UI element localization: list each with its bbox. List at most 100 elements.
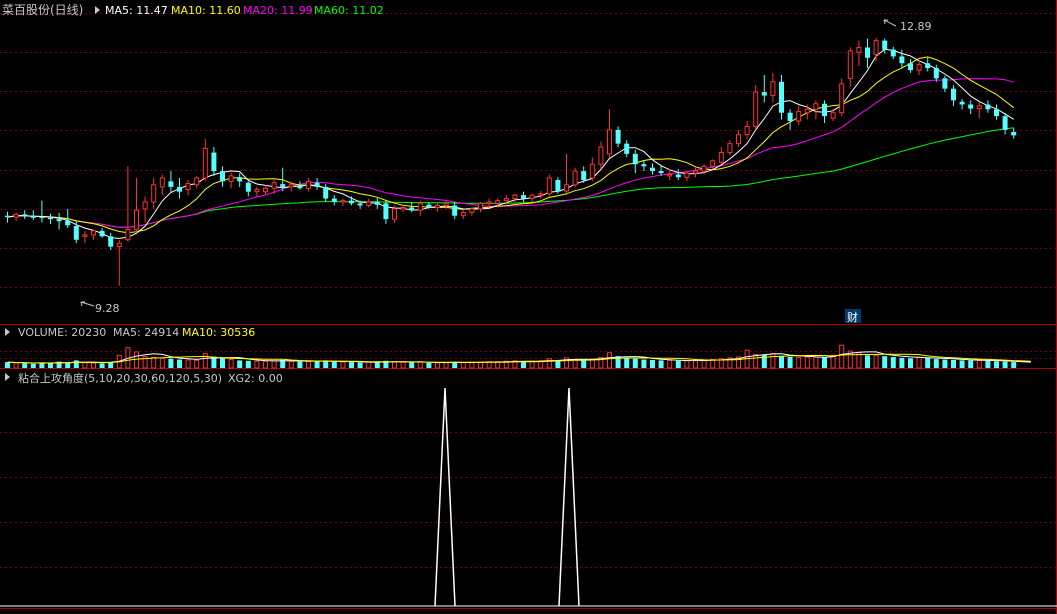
candle-body (30, 215, 36, 218)
candle-body (581, 171, 587, 181)
volume-bar (185, 359, 191, 369)
candle-body (73, 226, 79, 240)
candle-body (744, 125, 750, 136)
candle-body (839, 83, 845, 114)
stock-chart[interactable]: 菜百股份(日线) MA5: 11.47 MA10: 11.60 MA20: 11… (0, 0, 1057, 614)
volume-bar (99, 363, 105, 368)
volume-bar (168, 358, 174, 368)
candle-body (882, 40, 888, 50)
volume-bar (349, 362, 354, 368)
volume-bar (693, 359, 698, 369)
candle-body (813, 103, 819, 110)
candle-body (555, 180, 561, 192)
candle-body (495, 200, 501, 204)
candle-body (486, 201, 492, 204)
volume-bar (933, 359, 939, 368)
candle-body (168, 181, 174, 187)
candle-body (873, 40, 879, 55)
candle-body (572, 170, 578, 186)
volume-bar (134, 351, 139, 369)
candle-body (159, 177, 165, 188)
candle-body (942, 78, 948, 89)
event-badge-text[interactable]: 财 (847, 310, 858, 324)
candle-body (779, 81, 784, 113)
volume-bar (675, 360, 681, 368)
volume-bar (925, 357, 931, 368)
candle-body (1002, 116, 1008, 130)
candle-body (589, 163, 595, 179)
candle-body (641, 164, 647, 167)
candle-body (151, 184, 157, 203)
candle-body (254, 189, 260, 193)
candle-body (331, 198, 337, 202)
volume-bar (968, 360, 974, 368)
xg2-legend: XG2: 0.00 (228, 372, 283, 385)
candle-body (357, 203, 363, 206)
stock-title: 菜百股份(日线) (2, 3, 83, 17)
candle-body (753, 91, 759, 127)
candle-body (237, 177, 243, 182)
volume-bar (753, 353, 759, 369)
candle-body (177, 186, 182, 192)
candle-body (409, 207, 415, 211)
candle-body (693, 170, 698, 174)
candle-body (512, 194, 518, 200)
candle-body (443, 202, 449, 206)
candle-body (142, 201, 148, 210)
volume-bar (73, 360, 79, 368)
candle-body (82, 234, 88, 237)
volume-bar (1002, 361, 1008, 368)
volume-bar (632, 358, 638, 368)
volume-bar (409, 362, 415, 368)
candle-body (710, 160, 716, 167)
volume-bar (331, 361, 337, 368)
candle-body (667, 174, 673, 177)
candle-body (925, 63, 931, 69)
candle-body (383, 203, 389, 220)
volume-bar (426, 362, 432, 368)
volume-ma5-legend: MA5: 24914 (113, 326, 179, 339)
volume-legend: VOLUME: 20230 (18, 326, 106, 339)
candle-body (392, 208, 397, 220)
candle-body (951, 88, 956, 101)
candle-body (718, 152, 724, 163)
candle-body (245, 182, 251, 192)
candle-body (374, 201, 380, 205)
candle-body (564, 184, 569, 192)
volume-bar (804, 356, 810, 369)
volume-bar (813, 356, 819, 369)
candle-body (770, 81, 776, 97)
volume-bar (701, 359, 707, 369)
volume-bar (942, 359, 948, 368)
ma60-legend: MA60: 11.02 (314, 4, 384, 17)
candle-body (194, 177, 200, 186)
candle-body (306, 180, 311, 189)
volume-bar (529, 360, 535, 369)
candle-body (736, 134, 741, 145)
candle-body (340, 200, 346, 203)
candle-body (288, 184, 294, 188)
volume-bar (82, 361, 88, 369)
volume-bar (469, 361, 475, 369)
volume-bar (5, 362, 10, 368)
candle-body (220, 171, 225, 182)
candle-body (632, 153, 638, 165)
volume-bar (1011, 362, 1017, 368)
volume-bar (890, 356, 896, 368)
volume-bar (237, 360, 243, 368)
candle-body (39, 217, 45, 219)
volume-bar (220, 357, 225, 368)
volume-bar (245, 360, 251, 368)
volume-bar (91, 362, 96, 369)
candle-body (598, 146, 604, 165)
candle-body (908, 63, 913, 71)
candle-body (658, 171, 664, 174)
volume-bar (366, 361, 372, 369)
volume-bar (779, 356, 784, 368)
candle-body (280, 184, 286, 187)
volume-bar (177, 359, 182, 368)
volume-bar (985, 360, 991, 368)
candle-body (521, 195, 526, 199)
candle-body (56, 219, 62, 222)
volume-bar (994, 361, 999, 368)
